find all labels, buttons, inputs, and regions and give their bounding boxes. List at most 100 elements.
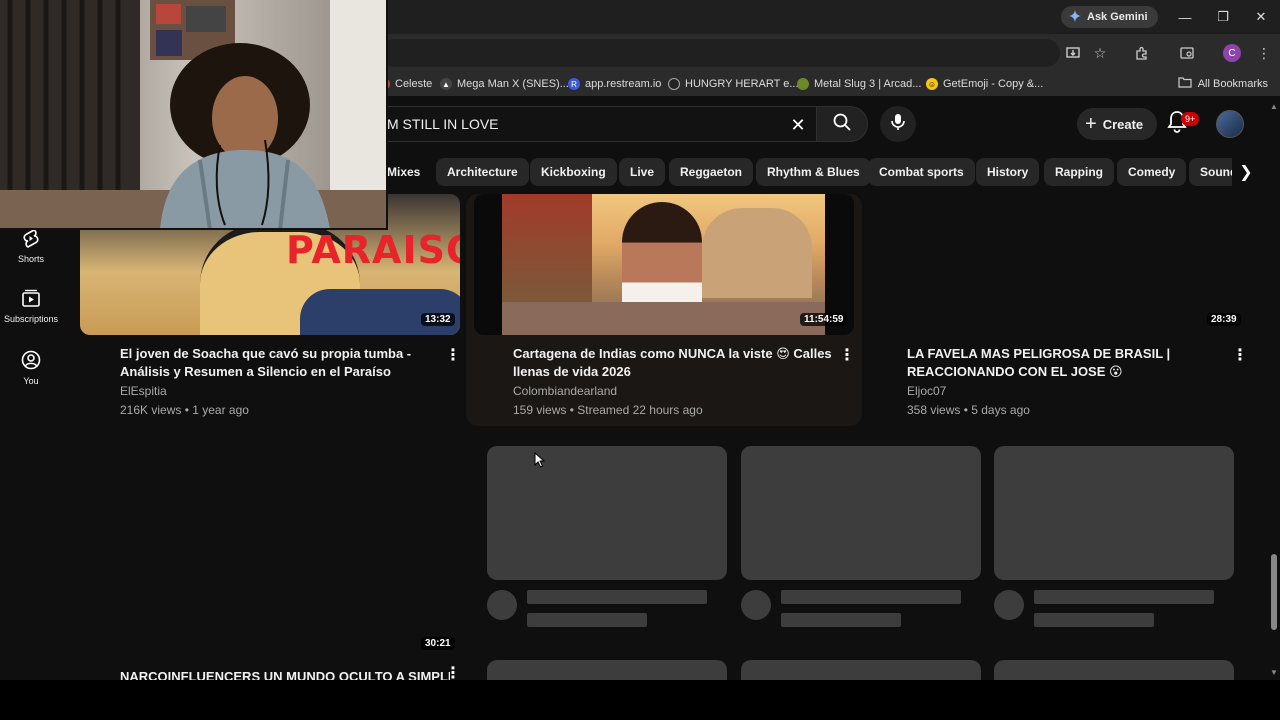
clear-search-icon[interactable]: ✕: [784, 111, 812, 139]
install-app-icon[interactable]: [1063, 43, 1083, 63]
more-options-icon[interactable]: ⋮: [445, 666, 461, 680]
arcade-favicon-icon: [797, 78, 809, 90]
restream-favicon-icon: R: [568, 78, 580, 90]
chip-history[interactable]: History: [976, 158, 1040, 186]
account-avatar[interactable]: [1216, 110, 1244, 138]
screen: Ask Gemini — ❐ ✕ ☆ ⋮ C Celeste ▲ Mega Ma…: [0, 0, 1280, 680]
chip-architecture[interactable]: Architecture: [436, 158, 529, 186]
video-meta: 216K views • 1 year ago: [120, 403, 249, 417]
video-thumbnail[interactable]: [80, 440, 460, 654]
video-title[interactable]: NARCOINFLUENCERS UN MUNDO OCULTO A SIMPL…: [120, 668, 450, 680]
skeleton-avatar: [487, 590, 517, 620]
bookmark-label: app.restream.io: [585, 78, 662, 90]
subscriptions-icon: [21, 288, 41, 308]
sidebar-item-you[interactable]: You: [0, 350, 62, 386]
sidebar-item-label: You: [23, 376, 39, 386]
chip-comedy[interactable]: Comedy: [1117, 158, 1187, 186]
video-meta: 358 views • 5 days ago: [907, 403, 1030, 417]
chip-reggaeton[interactable]: Reggaeton: [669, 158, 754, 186]
bookmark-item[interactable]: ☺ GetEmoji - Copy &...: [926, 76, 1043, 92]
ask-gemini-label: Ask Gemini: [1087, 11, 1148, 23]
search-button[interactable]: [816, 106, 868, 142]
video-thumbnail[interactable]: [868, 194, 1248, 335]
more-options-icon[interactable]: ⋮: [445, 345, 461, 365]
music-favicon-icon: [668, 78, 680, 90]
sidebar-item-label: Shorts: [17, 254, 44, 264]
chevron-right-icon[interactable]: ❯: [1232, 158, 1260, 186]
chip-rapping[interactable]: Rapping: [1044, 158, 1114, 186]
scroll-up-icon[interactable]: ▲: [1270, 102, 1278, 111]
all-bookmarks-button[interactable]: All Bookmarks: [1178, 76, 1268, 91]
duration-badge: 28:39: [1207, 313, 1241, 326]
thumbnail-figure: [300, 289, 460, 335]
search-input[interactable]: M STILL IN LOVE ✕: [370, 106, 816, 142]
browser-profile-avatar[interactable]: C: [1223, 44, 1241, 62]
video-title[interactable]: LA FAVELA MAS PELIGROSA DE BRASIL | REAC…: [907, 345, 1207, 381]
thumbnail-tower: [702, 208, 812, 298]
thumbnail-scene: [502, 194, 825, 335]
bookmark-label: GetEmoji - Copy &...: [943, 78, 1044, 90]
filter-chips-bar: Mixes Architecture Kickboxing Live Regga…: [380, 158, 1260, 186]
you-icon: [21, 350, 41, 370]
video-title[interactable]: El joven de Soacha que cavó su propia tu…: [120, 345, 420, 381]
voice-search-button[interactable]: [880, 106, 916, 142]
video-meta: 159 views • Streamed 22 hours ago: [513, 403, 703, 417]
thumbnail-street: [502, 302, 825, 335]
webcam-feed: [0, 0, 386, 228]
notification-count-badge: 9+: [1181, 112, 1200, 126]
thumbnail-text: PARAISO: [286, 228, 460, 272]
gemini-icon: [1069, 9, 1081, 25]
chip-combat-sports[interactable]: Combat sports: [868, 158, 975, 186]
sidebar-item-shorts[interactable]: Shorts: [0, 228, 62, 264]
tab-search-icon[interactable]: [1177, 43, 1197, 63]
bookmark-item[interactable]: R app.restream.io: [568, 76, 661, 92]
scrollbar-thumb[interactable]: [1271, 554, 1277, 630]
create-button[interactable]: + Create: [1077, 108, 1158, 140]
bookmark-label: Mega Man X (SNES)...: [457, 78, 569, 90]
browser-menu-icon[interactable]: ⋮: [1254, 43, 1274, 63]
bookmark-item[interactable]: ▲ Mega Man X (SNES)...: [440, 76, 569, 92]
bookmark-label: HUNGRY HERART e...: [685, 78, 799, 90]
chip-kickboxing[interactable]: Kickboxing: [530, 158, 617, 186]
bookmark-item[interactable]: Metal Slug 3 | Arcad...: [797, 76, 921, 92]
chip-live[interactable]: Live: [619, 158, 666, 186]
skeleton-thumbnail: [994, 446, 1234, 580]
duration-badge: 13:32: [421, 313, 455, 326]
scroll-down-icon[interactable]: ▼: [1270, 668, 1278, 677]
webcam-overlay: [0, 0, 388, 230]
close-window-icon[interactable]: ✕: [1246, 6, 1276, 28]
skeleton-line: [781, 613, 901, 627]
chip-rhythm-blues[interactable]: Rhythm & Blues: [756, 158, 871, 186]
channel-name[interactable]: Eljoc07: [907, 384, 946, 398]
minimize-icon[interactable]: —: [1170, 6, 1200, 28]
skeleton-line: [781, 590, 961, 604]
create-label: Create: [1102, 116, 1144, 132]
letterbox-bar: [0, 680, 1280, 720]
ask-gemini-button[interactable]: Ask Gemini: [1061, 6, 1158, 28]
shorts-icon: [21, 228, 41, 248]
duration-badge: 11:54:59: [800, 313, 848, 326]
sidebar-item-subscriptions[interactable]: Subscriptions: [0, 288, 62, 324]
bookmark-item[interactable]: HUNGRY HERART e...: [668, 76, 799, 92]
video-title[interactable]: Cartagena de Indias como NUNCA la viste …: [513, 345, 833, 381]
bookmark-label: Metal Slug 3 | Arcad...: [814, 78, 922, 90]
bookmark-star-icon[interactable]: ☆: [1090, 43, 1110, 63]
extensions-icon[interactable]: [1132, 43, 1152, 63]
mouse-cursor-icon: [534, 451, 546, 468]
channel-name[interactable]: ElEspitia: [120, 384, 167, 398]
skeleton-thumbnail: [741, 446, 981, 580]
restore-icon[interactable]: ❐: [1208, 6, 1238, 28]
microphone-icon: [890, 113, 906, 136]
more-options-icon[interactable]: ⋮: [839, 345, 855, 365]
skeleton-thumbnail: [487, 660, 727, 680]
channel-name[interactable]: Colombiandearland: [513, 384, 617, 398]
skeleton-line: [1034, 613, 1154, 627]
more-options-icon[interactable]: ⋮: [1232, 345, 1248, 365]
skeleton-line: [527, 613, 647, 627]
video-thumbnail[interactable]: [474, 194, 854, 335]
skeleton-line: [1034, 590, 1214, 604]
address-bar[interactable]: [380, 39, 1060, 67]
thumbnail-building: [502, 194, 592, 304]
search-icon: [832, 112, 852, 137]
page-scrollbar[interactable]: ▲ ▼: [1268, 100, 1280, 680]
